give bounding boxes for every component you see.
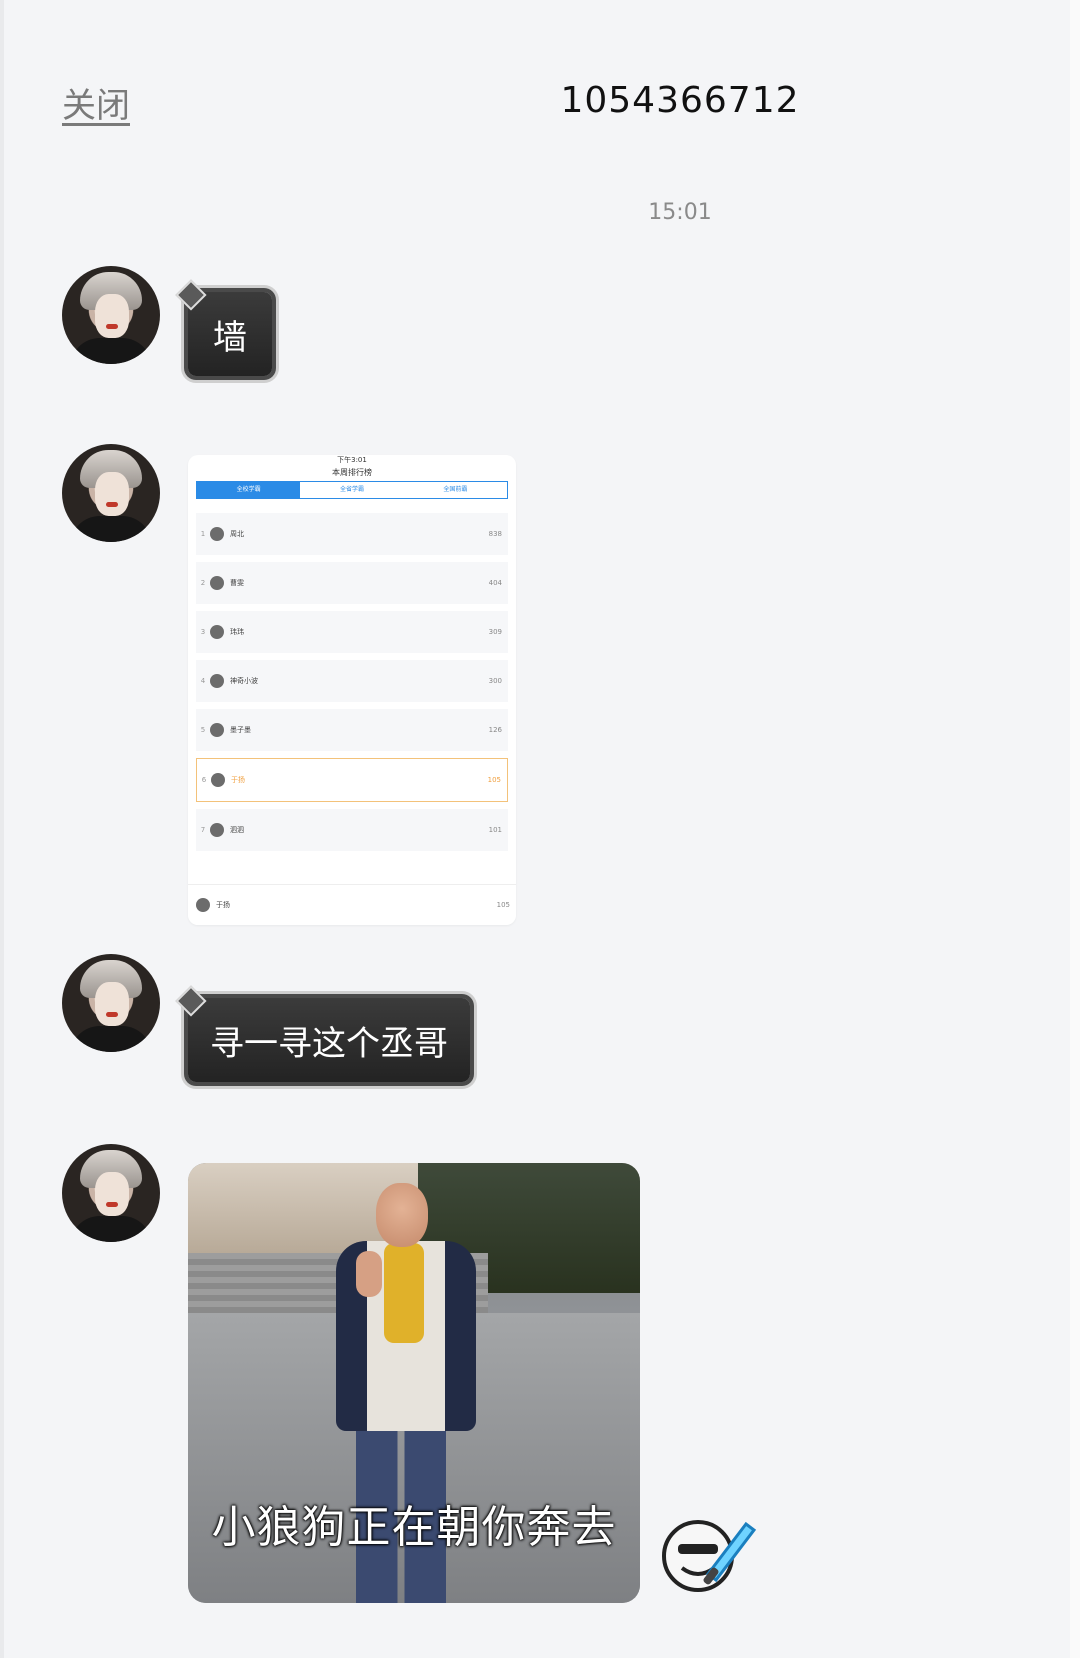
- avatar-lip: [106, 502, 118, 507]
- leaderboard-avatar: [210, 527, 224, 541]
- leaderboard-name: 墨子墨: [230, 726, 251, 734]
- avatar-lip: [106, 324, 118, 329]
- right-edge: [1070, 0, 1080, 1658]
- chat-title: 1054366712: [560, 80, 800, 121]
- leaderboard-score: 126: [488, 726, 502, 734]
- leaderboard-name: 曹雯: [230, 579, 244, 587]
- leaderboard-row: 7 泗泗 101: [196, 809, 508, 851]
- avatar-face: [95, 294, 129, 338]
- photo-caption: 小狼狗正在朝你奔去: [211, 1502, 617, 1553]
- leaderboard-name: 玮玮: [230, 628, 244, 636]
- leaderboard-score: 404: [488, 579, 502, 587]
- avatar-coat: [70, 1026, 152, 1052]
- leaderboard-score: 101: [488, 826, 502, 834]
- screenshot-rows: 1 周北 838 2 曹雯 404 3 玮玮 309 4 神奇小波 300 5 墨子墨 126 6 于扬 105 7…: [188, 513, 516, 851]
- screenshot-title: 本周排行榜: [332, 468, 372, 477]
- avatar[interactable]: [62, 266, 160, 364]
- leaderboard-row: 4 神奇小波 300: [196, 660, 508, 702]
- leaderboard-rank: 7: [200, 826, 206, 834]
- message-bubble[interactable]: 墙: [188, 292, 272, 376]
- leaderboard-row: 1 周北 838: [196, 513, 508, 555]
- screenshot-footer-score: 105: [496, 901, 510, 909]
- leaderboard-rank: 6: [201, 776, 207, 784]
- leaderboard-rank: 4: [200, 677, 206, 685]
- timestamp: 15:01: [648, 200, 712, 225]
- person-hand: [356, 1251, 382, 1297]
- leaderboard-score: 105: [487, 776, 501, 784]
- leaderboard-avatar: [210, 823, 224, 837]
- avatar[interactable]: [62, 444, 160, 542]
- leaderboard-row: 3 玮玮 309: [196, 611, 508, 653]
- leaderboard-rank: 5: [200, 726, 206, 734]
- screenshot-avatar: [196, 898, 210, 912]
- leaderboard-row: 6 于扬 105: [196, 758, 508, 802]
- screenshot-footer-name: 于扬: [216, 901, 230, 909]
- avatar-lip: [106, 1202, 118, 1207]
- leaderboard-name: 泗泗: [230, 826, 244, 834]
- avatar-coat: [70, 1216, 152, 1242]
- leaderboard-row: 5 墨子墨 126: [196, 709, 508, 751]
- leaderboard-name: 周北: [230, 530, 244, 538]
- left-edge: [0, 0, 4, 1658]
- message-text: 墙: [213, 317, 247, 358]
- leaderboard-rank: 2: [200, 579, 206, 587]
- avatar-coat: [70, 516, 152, 542]
- person-head: [376, 1183, 428, 1247]
- leaderboard-rank: 1: [200, 530, 206, 538]
- avatar[interactable]: [62, 1144, 160, 1242]
- avatar-face: [95, 472, 129, 516]
- leaderboard-avatar: [210, 674, 224, 688]
- leaderboard-name: 神奇小波: [230, 677, 258, 685]
- leaderboard-row: 2 曹雯 404: [196, 562, 508, 604]
- leaderboard-avatar: [210, 625, 224, 639]
- avatar-face: [95, 982, 129, 1026]
- screenshot-tab: 全校学霸: [197, 482, 301, 498]
- avatar-face: [95, 1172, 129, 1216]
- leaderboard-avatar: [211, 773, 225, 787]
- leaderboard-score: 309: [488, 628, 502, 636]
- person-scarf: [384, 1243, 424, 1343]
- image-message-screenshot[interactable]: 下午3:01 本周排行榜 全校学霸 全省学霸 全国前霸 1 周北 838 2 曹雯 404…: [188, 455, 516, 925]
- screenshot-tabs: 全校学霸 全省学霸 全国前霸: [196, 481, 508, 499]
- avatar-coat: [70, 338, 152, 364]
- avatar-lip: [106, 1012, 118, 1017]
- chat-header: 关闭 1054366712 15:01: [0, 0, 1080, 225]
- screenshot-footer: 于扬 105: [188, 884, 516, 925]
- leaderboard-avatar: [210, 576, 224, 590]
- leaderboard-score: 300: [488, 677, 502, 685]
- screenshot-status: 下午3:01: [337, 456, 367, 464]
- image-message-photo[interactable]: 小狼狗正在朝你奔去: [188, 1163, 640, 1603]
- message-text: 寻一寻这个丞哥: [210, 1023, 448, 1064]
- screenshot-meta: [188, 499, 516, 513]
- leaderboard-avatar: [210, 723, 224, 737]
- avatar[interactable]: [62, 954, 160, 1052]
- screenshot-tab: 全国前霸: [443, 486, 468, 493]
- leaderboard-score: 838: [488, 530, 502, 538]
- leaderboard-name: 于扬: [231, 776, 245, 784]
- sword-emoji-icon[interactable]: [660, 1510, 760, 1596]
- message-bubble[interactable]: 寻一寻这个丞哥: [188, 998, 470, 1082]
- leaderboard-rank: 3: [200, 628, 206, 636]
- screenshot-tab: 全省学霸: [339, 486, 364, 493]
